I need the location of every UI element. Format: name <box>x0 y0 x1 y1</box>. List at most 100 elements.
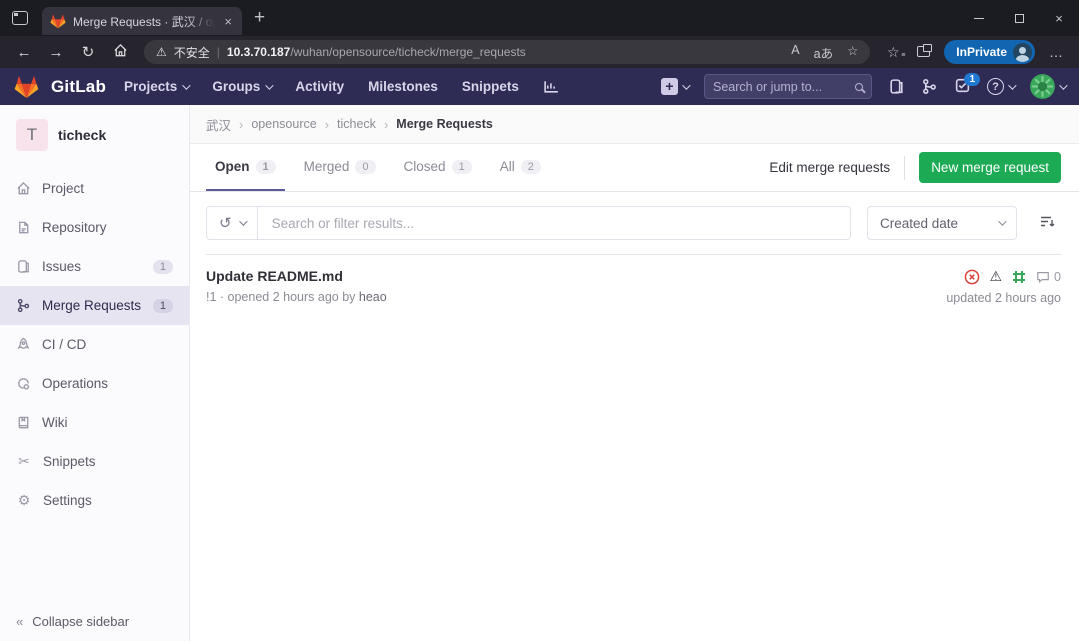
breadcrumb-separator: › <box>325 117 329 132</box>
nav-projects[interactable]: Projects <box>124 79 188 94</box>
window-maximize-button[interactable] <box>999 0 1039 36</box>
tab-all[interactable]: All 2 <box>491 144 550 191</box>
scissors-icon: ✂ <box>16 453 32 470</box>
warning-icon: ⚠ <box>989 268 1002 285</box>
pipeline-failed-icon[interactable] <box>964 269 980 285</box>
recent-searches-button[interactable]: ↺ <box>207 207 258 239</box>
help-menu[interactable]: ? <box>987 78 1014 95</box>
comment-icon <box>1036 270 1050 284</box>
new-menu-button[interactable]: + <box>661 78 688 95</box>
sidebar-item-label: Project <box>42 181 84 196</box>
workspaces-icon[interactable] <box>12 11 28 25</box>
read-aloud-icon[interactable]: A <box>791 43 799 62</box>
mr-comments-link[interactable]: 0 <box>1036 270 1061 284</box>
breadcrumb-project[interactable]: ticheck <box>337 117 376 131</box>
rocket-icon <box>16 337 31 352</box>
tab-all-count: 2 <box>521 160 541 174</box>
breadcrumb: 武汉 › opensource › ticheck › Merge Reques… <box>190 105 1079 144</box>
new-merge-request-button[interactable]: New merge request <box>919 152 1061 183</box>
collapse-sidebar-button[interactable]: « Collapse sidebar <box>0 602 189 641</box>
home-icon <box>16 181 31 196</box>
back-button[interactable]: ← <box>10 44 38 61</box>
merge-request-list: Update README.md !1 · opened 2 hours ago… <box>206 254 1061 318</box>
address-bar[interactable]: ⚠ 不安全 | 10.3.70.187/wuhan/opensource/tic… <box>144 40 870 64</box>
breadcrumb-group[interactable]: 武汉 <box>206 115 231 134</box>
sidebar-item-ci-cd[interactable]: CI / CD <box>0 325 189 364</box>
browser-menu-button[interactable]: … <box>1043 44 1069 60</box>
main-content: 武汉 › opensource › ticheck › Merge Reques… <box>190 105 1079 641</box>
sidebar-item-merge-requests[interactable]: Merge Requests 1 <box>0 286 189 325</box>
assignee-avatar[interactable] <box>1011 269 1027 285</box>
global-search-input[interactable] <box>713 80 849 94</box>
filtered-search[interactable]: ↺ <box>206 206 851 240</box>
plus-icon: + <box>661 78 678 95</box>
add-favorite-icon[interactable]: ☆ <box>847 43 858 62</box>
issues-icon[interactable] <box>888 78 905 95</box>
chevron-down-icon <box>998 217 1006 225</box>
gitlab-brand[interactable]: GitLab <box>51 77 106 97</box>
sidebar-item-settings[interactable]: ⚙ Settings <box>0 481 189 520</box>
chevron-down-icon <box>1059 81 1067 89</box>
not-secure-warning-icon: ⚠ <box>156 45 167 59</box>
sidebar-item-operations[interactable]: Operations <box>0 364 189 403</box>
breadcrumb-separator: › <box>239 117 243 132</box>
breadcrumb-subgroup[interactable]: opensource <box>251 117 316 131</box>
collections-icon <box>917 46 930 57</box>
inprivate-badge[interactable]: InPrivate <box>944 40 1035 64</box>
breadcrumb-current: Merge Requests <box>396 117 493 131</box>
nav-snippets[interactable]: Snippets <box>462 79 519 94</box>
minimize-icon <box>974 18 984 19</box>
reload-button[interactable]: ↻ <box>74 43 102 61</box>
inprivate-label: InPrivate <box>956 45 1007 59</box>
nav-milestones[interactable]: Milestones <box>368 79 438 94</box>
sort-dropdown[interactable]: Created date <box>867 206 1017 240</box>
tab-closed[interactable]: Closed 1 <box>395 144 481 191</box>
browser-tab[interactable]: Merge Requests · 武汉 / opensc × <box>42 7 242 35</box>
project-avatar: T <box>16 119 48 151</box>
collections-button[interactable] <box>910 44 936 60</box>
sidebar-item-label: Merge Requests <box>42 298 141 313</box>
sidebar-item-snippets[interactable]: ✂ Snippets <box>0 442 189 481</box>
tab-open[interactable]: Open 1 <box>206 144 285 191</box>
mr-updated-text: updated 2 hours ago <box>946 291 1061 305</box>
merge-request-row[interactable]: Update README.md !1 · opened 2 hours ago… <box>206 255 1061 318</box>
filter-search-input[interactable] <box>258 216 850 231</box>
nav-groups[interactable]: Groups <box>212 79 271 94</box>
charts-button[interactable] <box>543 78 560 95</box>
forward-button[interactable]: → <box>42 44 70 61</box>
sidebar-item-label: Issues <box>42 259 81 274</box>
sidebar-item-repository[interactable]: Repository <box>0 208 189 247</box>
sort-direction-button[interactable] <box>1033 215 1061 232</box>
user-menu[interactable] <box>1030 74 1065 99</box>
translate-icon[interactable]: aあ <box>814 43 833 62</box>
sidebar-item-issues[interactable]: Issues 1 <box>0 247 189 286</box>
sidebar-item-project[interactable]: Project <box>0 169 189 208</box>
tab-merged[interactable]: Merged 0 <box>295 144 385 191</box>
not-secure-label[interactable]: 不安全 <box>174 44 210 61</box>
chevron-down-icon <box>1008 81 1016 89</box>
window-close-button[interactable]: × <box>1039 0 1079 36</box>
chevron-down-icon <box>265 81 273 89</box>
tab-close-icon[interactable]: × <box>222 14 234 29</box>
sidebar-item-wiki[interactable]: Wiki <box>0 403 189 442</box>
gear-icon: ⚙ <box>16 492 32 509</box>
new-tab-button[interactable]: + <box>254 7 265 29</box>
mr-title-link[interactable]: Update README.md <box>206 268 387 284</box>
sidebar-item-label: Settings <box>43 493 92 508</box>
sort-dropdown-label: Created date <box>880 216 958 231</box>
todos-button[interactable]: 1 <box>954 77 971 97</box>
favorites-bar-button[interactable]: ☆ ≡ <box>880 44 906 61</box>
edit-merge-requests-button[interactable]: Edit merge requests <box>769 160 890 175</box>
sidebar-item-label: Repository <box>42 220 107 235</box>
merge-requests-icon[interactable] <box>921 78 938 95</box>
mr-author-link[interactable]: heao <box>359 290 387 304</box>
window-minimize-button[interactable] <box>959 0 999 36</box>
home-button[interactable] <box>106 43 134 62</box>
nav-projects-label: Projects <box>124 79 177 94</box>
nav-activity[interactable]: Activity <box>295 79 344 94</box>
project-header[interactable]: T ticheck <box>0 105 189 169</box>
gitlab-logo[interactable] <box>14 74 39 99</box>
book-icon <box>16 415 31 430</box>
home-icon <box>113 43 128 58</box>
global-search[interactable] <box>704 74 872 99</box>
